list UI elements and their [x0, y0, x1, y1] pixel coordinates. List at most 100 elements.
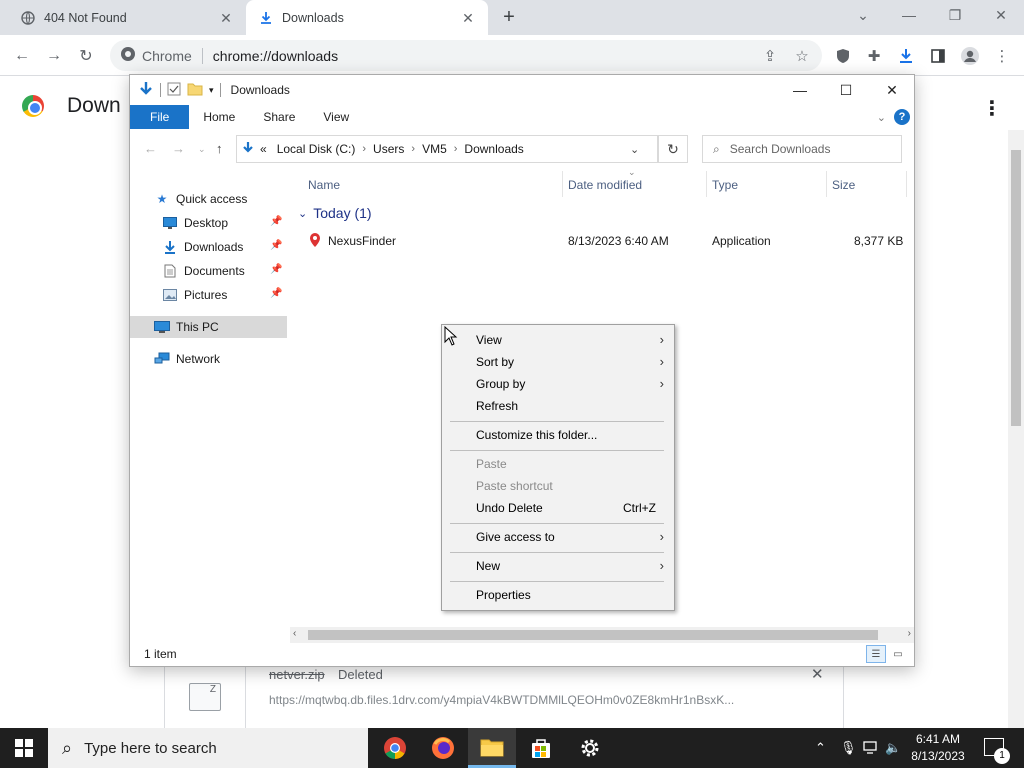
- start-button[interactable]: [0, 728, 48, 768]
- breadcrumb-vm5[interactable]: VM5: [422, 142, 447, 156]
- menu-item-give-access[interactable]: Give access to ›: [442, 526, 674, 548]
- collapse-group-icon[interactable]: ⌄: [298, 207, 307, 220]
- breadcrumb-local-disk[interactable]: Local Disk (C:): [277, 142, 356, 156]
- explorer-back-button[interactable]: ←: [144, 141, 157, 156]
- menu-item-new[interactable]: New ›: [442, 555, 674, 577]
- reload-button[interactable]: ↻: [73, 43, 99, 69]
- scroll-right-icon[interactable]: ›: [908, 628, 911, 639]
- large-icons-view-icon[interactable]: ▭: [888, 645, 908, 663]
- network-status-icon[interactable]: [862, 728, 878, 768]
- ublock-shield-icon[interactable]: [831, 44, 855, 68]
- chrome-taskbar-icon[interactable]: [371, 728, 419, 768]
- new-folder-icon[interactable]: [187, 82, 203, 99]
- nav-downloads[interactable]: Downloads: [162, 236, 243, 258]
- new-tab-button[interactable]: +: [498, 6, 520, 28]
- tab-search-icon[interactable]: ⌄: [840, 0, 886, 30]
- explorer-maximize-button[interactable]: ☐: [823, 75, 869, 105]
- help-icon[interactable]: ?: [894, 109, 910, 125]
- menu-item-properties[interactable]: Properties: [442, 584, 674, 606]
- explorer-close-button[interactable]: ✕: [869, 75, 915, 105]
- column-divider[interactable]: [906, 171, 907, 197]
- properties-check-icon[interactable]: [167, 82, 181, 99]
- horizontal-scrollbar-thumb[interactable]: [308, 630, 878, 640]
- minimize-button[interactable]: —: [886, 0, 932, 30]
- column-header-type[interactable]: Type: [712, 175, 738, 195]
- menu-item-undo-delete[interactable]: Undo Delete Ctrl+Z: [442, 497, 674, 519]
- explorer-address-bar[interactable]: « Local Disk (C:) › Users › VM5 › Downlo…: [236, 135, 658, 163]
- qat-dropdown-icon[interactable]: ▾: [209, 85, 214, 96]
- chrome-menu-icon[interactable]: ⋮: [990, 44, 1014, 68]
- ribbon-tab-file[interactable]: File: [130, 105, 190, 129]
- tab-404[interactable]: 404 Not Found ✕: [8, 0, 246, 35]
- taskbar-search-box[interactable]: ⌕ Type here to search: [48, 728, 368, 768]
- refresh-button[interactable]: ↻: [658, 135, 688, 163]
- nav-quick-access[interactable]: ★ Quick access: [154, 188, 248, 210]
- bookmark-star-icon[interactable]: ☆: [790, 44, 814, 68]
- page-scrollbar[interactable]: [1008, 130, 1024, 728]
- details-view-icon[interactable]: ☰: [866, 645, 886, 663]
- menu-item-customize-folder[interactable]: Customize this folder...: [442, 424, 674, 446]
- search-downloads-input[interactable]: ⌕ Search Downloads: [702, 135, 902, 163]
- column-header-date[interactable]: Date modified: [568, 175, 642, 195]
- up-folder-button[interactable]: ↑: [216, 141, 223, 156]
- share-icon[interactable]: ⇪: [758, 44, 782, 68]
- recent-locations-icon[interactable]: ⌄: [198, 144, 206, 155]
- expand-ribbon-icon[interactable]: ⌄: [877, 111, 886, 124]
- profile-avatar-icon[interactable]: [958, 44, 982, 68]
- file-explorer-taskbar-icon[interactable]: [468, 728, 516, 768]
- column-divider[interactable]: [706, 171, 707, 197]
- close-tab-icon[interactable]: ✕: [460, 10, 476, 26]
- menu-item-paste[interactable]: Paste: [442, 453, 674, 475]
- nav-pictures[interactable]: Pictures: [162, 284, 227, 306]
- download-filename[interactable]: netver.zip: [269, 667, 325, 682]
- explorer-forward-button[interactable]: →: [172, 141, 185, 156]
- menu-item-paste-shortcut[interactable]: Paste shortcut: [442, 475, 674, 497]
- remove-download-icon[interactable]: ✕: [811, 665, 824, 683]
- volume-icon[interactable]: 🔈: [885, 728, 901, 768]
- taskbar-clock[interactable]: 6:41 AM 8/13/2023: [900, 731, 976, 765]
- close-tab-icon[interactable]: ✕: [218, 10, 234, 26]
- restore-button[interactable]: ❐: [932, 0, 978, 30]
- side-panel-icon[interactable]: [926, 44, 950, 68]
- back-button[interactable]: ←: [9, 43, 35, 69]
- menu-item-view[interactable]: View ›: [442, 329, 674, 351]
- file-row[interactable]: NexusFinder 8/13/2023 6:40 AM Applicatio…: [306, 231, 906, 251]
- address-bar[interactable]: Chrome chrome://downloads: [110, 40, 822, 71]
- page-menu-icon[interactable]: ⋮: [982, 96, 1002, 121]
- column-divider[interactable]: [562, 171, 563, 197]
- downloads-toolbar-icon[interactable]: [894, 44, 918, 68]
- menu-item-sort-by[interactable]: Sort by ›: [442, 351, 674, 373]
- explorer-minimize-button[interactable]: —: [777, 75, 823, 105]
- download-url[interactable]: https://mqtwbq.db.files.1drv.com/y4mpiaV…: [269, 693, 734, 707]
- breadcrumb-chevron-icon[interactable]: ›: [411, 143, 415, 155]
- horizontal-scrollbar[interactable]: ‹ ›: [290, 627, 914, 643]
- address-dropdown-icon[interactable]: ⌄: [630, 143, 639, 156]
- microphone-icon[interactable]: 🎙: [840, 728, 857, 768]
- ribbon-tab-view[interactable]: View: [309, 105, 363, 129]
- breadcrumb-chevron-icon[interactable]: ›: [362, 143, 366, 155]
- nav-this-pc[interactable]: This PC: [130, 316, 287, 338]
- breadcrumb-users[interactable]: Users: [373, 142, 404, 156]
- scroll-left-icon[interactable]: ‹: [293, 628, 296, 639]
- forward-button[interactable]: →: [41, 43, 67, 69]
- breadcrumb-overflow[interactable]: «: [260, 142, 267, 156]
- menu-item-group-by[interactable]: Group by ›: [442, 373, 674, 395]
- breadcrumb-chevron-icon[interactable]: ›: [454, 143, 458, 155]
- nav-desktop[interactable]: Desktop: [162, 212, 228, 234]
- firefox-taskbar-icon[interactable]: [419, 728, 467, 768]
- store-taskbar-icon[interactable]: [517, 728, 565, 768]
- nav-network[interactable]: Network: [154, 348, 220, 370]
- close-window-button[interactable]: ✕: [978, 0, 1024, 30]
- group-header-today[interactable]: ⌄ Today (1): [298, 205, 380, 221]
- column-divider[interactable]: [826, 171, 827, 197]
- settings-gear-icon[interactable]: [566, 728, 614, 768]
- menu-item-refresh[interactable]: Refresh: [442, 395, 674, 417]
- nav-documents[interactable]: Documents: [162, 260, 245, 282]
- ribbon-tab-share[interactable]: Share: [249, 105, 309, 129]
- column-header-size[interactable]: Size: [832, 175, 855, 195]
- breadcrumb-downloads[interactable]: Downloads: [464, 142, 523, 156]
- column-header-name[interactable]: Name: [308, 175, 340, 195]
- tab-downloads[interactable]: Downloads ✕: [246, 0, 488, 35]
- page-scrollbar-thumb[interactable]: [1011, 150, 1021, 426]
- extensions-puzzle-icon[interactable]: ✚: [862, 44, 886, 68]
